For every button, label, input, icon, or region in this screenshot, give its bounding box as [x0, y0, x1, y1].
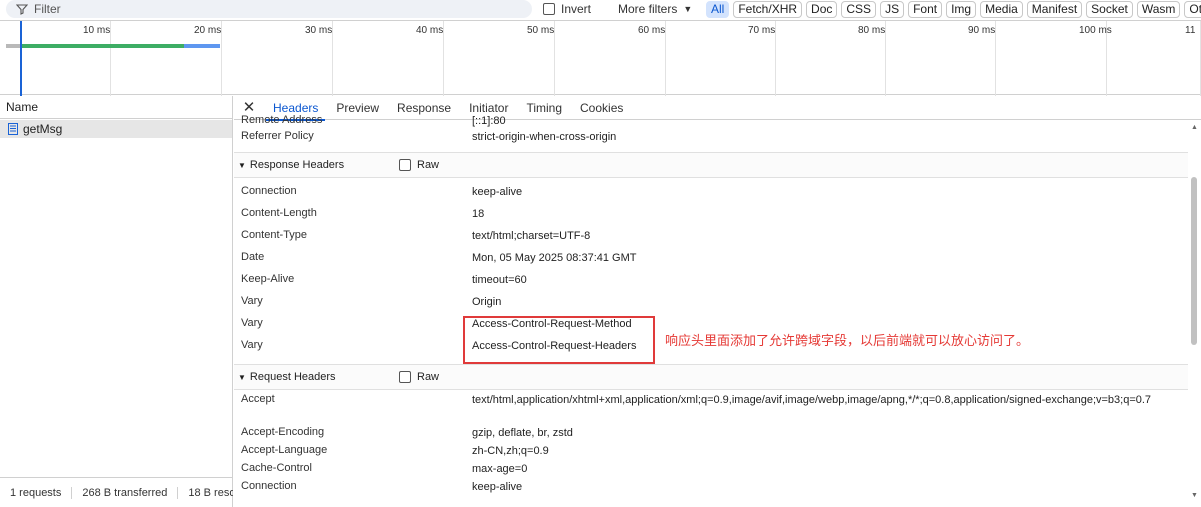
scrollbar-thumb[interactable] — [1191, 177, 1197, 345]
header-value: [::1]:80 — [472, 115, 506, 127]
header-value: keep-alive — [472, 186, 523, 198]
timeline-tick-label: 40 ms — [416, 25, 444, 36]
timeline-tick-label: 50 ms — [527, 25, 555, 36]
transferred-size: 268 B transferred — [72, 486, 179, 499]
header-name: Accept — [241, 393, 275, 405]
timeline-tick-label: 90 ms — [968, 25, 996, 36]
header-value: 18 — [472, 208, 485, 220]
header-value: text/html,application/xhtml+xml,applicat… — [472, 394, 1152, 406]
filter-chip-doc[interactable]: Doc — [806, 0, 838, 18]
timeline-tick-label: 20 ms — [194, 25, 222, 36]
section-title: Response Headers — [249, 159, 345, 171]
timeline-tick-label: 60 ms — [638, 25, 666, 36]
header-name: Accept-Encoding — [241, 426, 325, 438]
timeline-tick-label: 70 ms — [748, 25, 776, 36]
header-value: keep-alive — [472, 481, 523, 493]
annotation-text: 响应头里面添加了允许跨域字段，以后前端就可以放心访问了。 — [665, 334, 1030, 349]
network-status-bar: 1 requests 268 B transferred 18 B resour… — [0, 477, 233, 507]
timeline-tick-label: 10 ms — [83, 25, 111, 36]
filter-chip-fetch-xhr[interactable]: Fetch/XHR — [733, 0, 803, 18]
request-name: getMsg — [23, 122, 63, 136]
invert-checkbox[interactable] — [543, 3, 555, 15]
tab-preview[interactable]: Preview — [327, 96, 388, 120]
header-name: Vary — [241, 339, 263, 351]
timeline-tick-label: 30 ms — [305, 25, 333, 36]
scroll-down-arrow-icon[interactable]: ▼ — [1191, 492, 1198, 499]
header-name: Remote Address — [241, 114, 323, 126]
more-filters-dropdown[interactable]: More filters ▼ — [618, 2, 692, 16]
header-name: Keep-Alive — [241, 273, 295, 285]
header-name: Content-Type — [241, 229, 308, 241]
raw-checkbox[interactable] — [399, 371, 411, 383]
header-value: Origin — [472, 296, 502, 308]
header-name: Vary — [241, 317, 263, 329]
header-name: Connection — [241, 480, 297, 492]
timeline-tick-label: 11 — [1185, 25, 1196, 36]
filter-chip-wasm[interactable]: Wasm — [1136, 0, 1181, 18]
filter-icon — [16, 4, 28, 15]
filter-toolbar: Filter Invert More filters ▼ All Fetch/XH… — [0, 0, 1201, 19]
document-icon — [8, 123, 18, 135]
waterfall-bar-download — [184, 44, 220, 48]
expand-triangle-icon[interactable]: ▼ — [238, 161, 246, 170]
header-name: Accept-Language — [241, 444, 328, 456]
tab-response[interactable]: Response — [388, 96, 460, 120]
name-column-header[interactable]: Name — [0, 96, 232, 119]
details-scrollbar[interactable]: ▲ ▼ — [1188, 120, 1201, 507]
timeline-overview[interactable]: 10 ms 20 ms 30 ms 40 ms 50 ms 60 ms 70 ms 80 ms… — [0, 20, 1201, 96]
request-count: 1 requests — [0, 486, 73, 499]
resource-type-chips: All Fetch/XHR Doc CSS JS Font Img Media Manifest… — [706, 0, 1201, 18]
raw-toggle[interactable]: Raw — [399, 159, 439, 171]
header-value: text/html;charset=UTF-8 — [472, 230, 591, 242]
header-value: max-age=0 — [472, 463, 528, 475]
request-list-pane: Name getMsg 1 requests 268 B transferred… — [0, 96, 233, 507]
request-details-pane: ✕ Headers Preview Response Initiator Timing C… — [234, 96, 1201, 507]
filter-chip-js[interactable]: JS — [880, 0, 905, 18]
filter-placeholder: Filter — [34, 2, 61, 16]
filter-chip-other[interactable]: Other — [1184, 0, 1201, 18]
filter-input[interactable]: Filter — [6, 0, 532, 18]
highlight-box — [463, 316, 655, 364]
expand-triangle-icon[interactable]: ▼ — [238, 373, 246, 382]
header-value: zh-CN,zh;q=0.9 — [472, 445, 549, 457]
more-filters-label: More filters — [618, 2, 678, 16]
filter-chip-img[interactable]: Img — [946, 0, 977, 18]
request-row[interactable]: getMsg — [0, 120, 232, 138]
header-name: Cache-Control — [241, 462, 312, 474]
header-value: strict-origin-when-cross-origin — [472, 131, 617, 143]
header-name: Connection — [241, 185, 297, 197]
header-name: Content-Length — [241, 207, 317, 219]
header-name: Vary — [241, 295, 263, 307]
header-name: Referrer Policy — [241, 130, 314, 142]
filter-chip-media[interactable]: Media — [980, 0, 1023, 18]
scroll-up-arrow-icon[interactable]: ▲ — [1191, 124, 1198, 131]
filter-chip-font[interactable]: Font — [908, 0, 943, 18]
header-value: gzip, deflate, br, zstd — [472, 427, 573, 439]
section-title: Request Headers — [249, 371, 336, 383]
filter-chip-socket[interactable]: Socket — [1086, 0, 1133, 18]
filter-chip-css[interactable]: CSS — [841, 0, 877, 18]
filter-chip-manifest[interactable]: Manifest — [1026, 0, 1083, 18]
request-headers-section[interactable]: ▼ Request Headers Raw — [234, 364, 1189, 390]
response-headers-section[interactable]: ▼ Response Headers Raw — [234, 152, 1189, 178]
filter-chip-all[interactable]: All — [706, 0, 730, 18]
raw-label: Raw — [417, 371, 440, 383]
chevron-down-icon: ▼ — [683, 4, 693, 14]
header-value: timeout=60 — [472, 274, 527, 286]
headers-content: ▼ Response Headers Raw ▼ Request Headers… — [234, 114, 1189, 507]
invert-label: Invert — [561, 2, 592, 16]
resources-size: 18 B resources — [188, 486, 233, 499]
timeline-cursor[interactable] — [20, 21, 22, 96]
raw-checkbox[interactable] — [399, 159, 411, 171]
timeline-tick-label: 80 ms — [858, 25, 886, 36]
raw-label: Raw — [417, 159, 440, 171]
raw-toggle[interactable]: Raw — [399, 371, 439, 383]
header-value: Mon, 05 May 2025 08:37:41 GMT — [472, 252, 637, 264]
header-name: Date — [241, 251, 265, 263]
timeline-tick-label: 100 ms — [1079, 25, 1112, 36]
invert-toggle[interactable]: Invert — [543, 2, 591, 16]
waterfall-bar-waiting — [20, 44, 184, 48]
